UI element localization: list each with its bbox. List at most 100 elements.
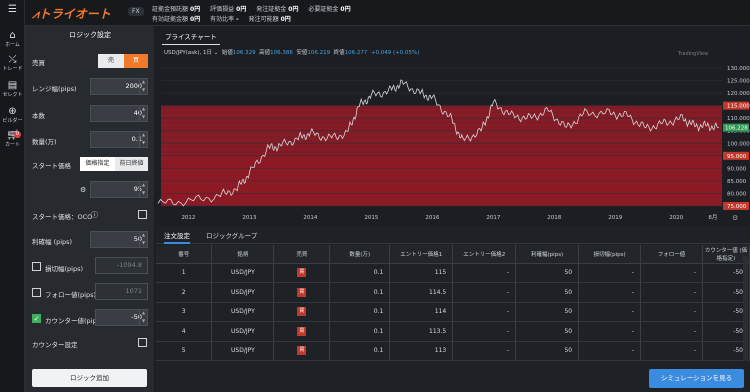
current-price-label: 106.228 — [725, 126, 748, 132]
sell-toggle[interactable]: 売 — [98, 54, 124, 68]
nav-builder[interactable]: ⊕ ビルダー — [0, 106, 25, 124]
info-icon[interactable]: ⓘ — [91, 210, 98, 220]
table-row[interactable]: 2 USD/JPY 買 0.1 114.5-50- - -50 — [156, 282, 750, 303]
follow-label: フォロー値(pips) — [45, 291, 97, 299]
range-stepper[interactable]: ▲ ▼ — [139, 78, 147, 95]
y-tick-label: 90.000 — [727, 166, 747, 172]
counter-setting-checkbox[interactable] — [138, 338, 147, 347]
view-simulation-button[interactable]: シミュレーションを見る — [649, 369, 744, 388]
table-row[interactable]: 1 USD/JPY 買 0.1 115-50- - -50 — [156, 263, 750, 283]
required-margin-value: 0円 — [340, 6, 351, 13]
tab-order-settings[interactable]: 注文設定 — [164, 230, 190, 244]
order-settings-panel: 注文設定 ロジックグループ 番号 銘柄 売買 数量(万) エントリー価格1 エン… — [156, 226, 750, 392]
counter-checkbox[interactable]: ✓ — [32, 314, 41, 323]
stop-checkbox[interactable] — [32, 262, 41, 271]
x-tick-label: 2014 — [303, 215, 317, 221]
chart-settings-gear-icon[interactable]: ⚙ — [732, 214, 738, 222]
table-scrollbar[interactable] — [743, 256, 748, 361]
profit-label: 利確幅 (pips) — [32, 238, 73, 246]
quantity-label: 数量(万) — [32, 138, 57, 146]
buy-badge: 買 — [297, 326, 307, 336]
app-root: ⩘トライオート FX 証拠金預託額 0円 評価損益 0円 発注証拠金 0円 必要証拠金… — [0, 0, 750, 392]
counter-label: カウンター値(pips) — [45, 317, 103, 325]
column-header: エントリー価格1 — [389, 245, 454, 264]
high-value: 106.386 — [270, 50, 293, 56]
nav-select[interactable]: ▤ セレクト — [0, 80, 25, 98]
table-row[interactable]: 3 USD/JPY 買 0.1 114-50- - -50 — [156, 302, 750, 322]
quantity-stepper[interactable]: ▲ ▼ — [139, 131, 147, 148]
hamburger-icon: ☰ — [8, 4, 17, 15]
cart-icon: 🛒︎ — [6, 130, 19, 141]
column-header: 数量(万) — [329, 245, 391, 264]
column-header: 銘柄 — [211, 245, 275, 264]
stop-label: 損切幅(pips) — [45, 265, 84, 273]
column-header: 損切幅(pips) — [578, 245, 642, 264]
nav-home[interactable]: ⌂ ホーム — [0, 30, 25, 48]
oco-checkbox[interactable] — [138, 210, 147, 219]
table-row[interactable]: 4 USD/JPY 買 0.1 113.5-50- - -50 — [156, 321, 750, 342]
effective-ratio-value: - — [236, 16, 239, 23]
required-margin-label: 必要証拠金 — [308, 6, 339, 13]
brand-logo[interactable]: ⩘トライオート — [32, 5, 111, 22]
x-tick-label: 2013 — [242, 215, 256, 221]
pnl-value: 0円 — [236, 6, 247, 13]
cell-entry2: - — [452, 302, 517, 322]
start-price-gear-icon[interactable]: ⚙ — [80, 186, 86, 194]
change-value: +0.049 (+0.05%) — [370, 50, 420, 56]
order-margin-label: 発注証拠金 — [256, 6, 287, 13]
profit-stepper[interactable]: ▲ ▼ — [139, 231, 147, 248]
cell-entry2: - — [452, 263, 517, 283]
x-tick-label: 2018 — [547, 215, 561, 221]
x-tick-label: 2016 — [425, 215, 439, 221]
x-tick-label: 2020 — [669, 215, 683, 221]
stop-input[interactable]: -1094.8 — [95, 257, 148, 274]
follow-checkbox[interactable] — [32, 288, 41, 297]
symbol-dropdown-icon[interactable]: ⌄ — [212, 50, 220, 56]
tab-logic-group[interactable]: ロジックグループ — [206, 230, 257, 240]
cell-entry1: 113 — [389, 341, 454, 361]
table-row[interactable]: 5 USD/JPY 買 0.1 113-50- - -50 — [156, 341, 750, 361]
start-fixed-toggle[interactable]: 価格指定 — [80, 157, 115, 171]
logic-settings-panel: ロジック設定 売買 売 買 レンジ幅(pips) 2000 ▲ ▼ 本数 40 ▲… — [25, 26, 155, 392]
cell-side: 買 — [273, 302, 331, 322]
cell-qty: 0.1 — [329, 341, 391, 361]
cell-qty: 0.1 — [329, 282, 391, 303]
start-price-stepper[interactable]: ▲ ▼ — [139, 181, 147, 198]
cell-stop: - — [578, 263, 642, 283]
product-badge[interactable]: FX — [128, 7, 144, 16]
nav-cart[interactable]: 🛒︎ 0 カート — [0, 130, 25, 148]
cell-profit: 50 — [515, 282, 580, 303]
account-summary-row1: 証拠金預託額 0円 評価損益 0円 発注証拠金 0円 必要証拠金 0円 — [152, 4, 359, 13]
cell-side: 買 — [273, 282, 331, 303]
cell-entry2: - — [452, 341, 517, 361]
price-chart[interactable]: 130.000125.000120.000115.000110.000105.0… — [156, 26, 750, 226]
start-prev-close-toggle[interactable]: 前日終値 — [115, 157, 148, 171]
y-tick-label: 120.000 — [727, 91, 750, 97]
nav-home-label: ホーム — [5, 42, 20, 48]
side-nav: ☰ ⌂ ホーム ⤯ トレード ▤ セレクト ⊕ ビルダー 🛒︎ 0 カート — [0, 0, 25, 392]
y-tick-label: 85.000 — [727, 179, 747, 185]
nav-trade-label: トレード — [2, 66, 23, 72]
cell-no: 5 — [156, 341, 213, 361]
count-stepper[interactable]: ▲ ▼ — [139, 105, 147, 122]
x-tick-label: 8月 — [708, 214, 717, 221]
start-price-label: スタート価格 — [32, 162, 71, 170]
follow-input[interactable]: 1071 — [95, 283, 148, 300]
cell-symbol: USD/JPY — [211, 341, 275, 361]
effective-ratio-label: 有効比率 — [210, 16, 235, 23]
range-label: レンジ幅(pips) — [32, 85, 77, 93]
buy-toggle[interactable]: 買 — [124, 54, 148, 68]
chart-symbol[interactable]: USD/JPY(ask), 1日 — [164, 50, 212, 56]
nav-menu[interactable]: ☰ — [0, 4, 25, 15]
cell-qty: 0.1 — [329, 302, 391, 322]
cell-no: 3 — [156, 302, 213, 322]
counter-stepper[interactable]: ▲ ▼ — [139, 309, 147, 326]
count-label: 本数 — [32, 112, 45, 120]
buy-badge: 買 — [297, 346, 307, 356]
nav-trade[interactable]: ⤯ トレード — [0, 54, 25, 72]
add-logic-button[interactable]: ロジック追加 — [32, 369, 147, 387]
buy-badge: 買 — [297, 268, 307, 278]
x-tick-label: 2015 — [364, 215, 378, 221]
cell-side: 買 — [273, 263, 331, 283]
x-tick-label: 2012 — [181, 215, 195, 221]
